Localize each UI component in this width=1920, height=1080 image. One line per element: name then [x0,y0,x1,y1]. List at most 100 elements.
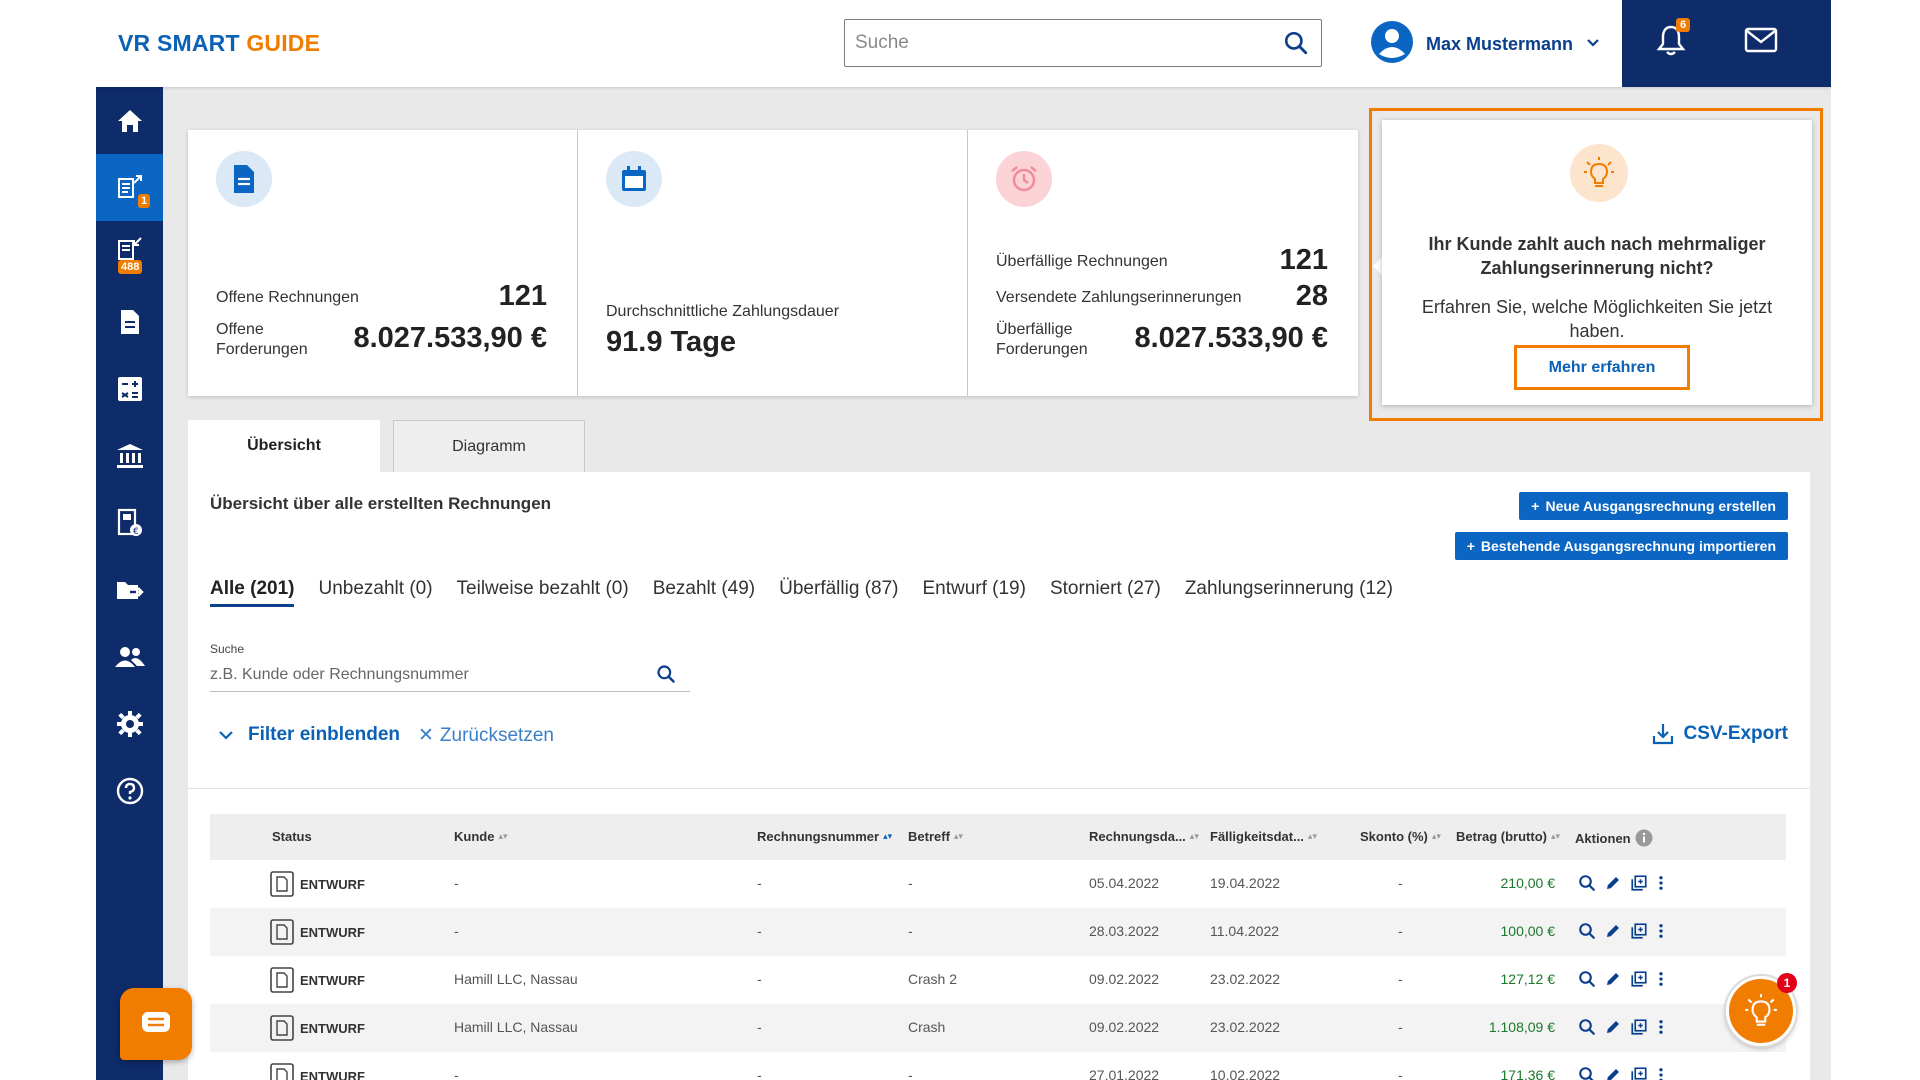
global-search[interactable] [844,19,1322,67]
invoices-panel: Übersicht über alle erstellten Rechnunge… [188,472,1810,1080]
info-icon[interactable] [1635,829,1653,847]
lightbulb-icon [1745,994,1777,1026]
col-subject[interactable]: Betreff ▴▾ [908,829,963,844]
view-icon[interactable] [1578,1018,1596,1036]
table-row[interactable]: ENTWURF - - - 28.03.2022 11.04.2022 - 100,00 € [210,908,1786,956]
chevron-down-icon [219,731,233,740]
edit-icon[interactable] [1604,1066,1622,1080]
filter-cancelled[interactable]: Storniert (27) [1050,578,1161,607]
search-icon[interactable] [1283,30,1309,61]
cell-invoice-number: - [757,923,762,939]
filter-draft[interactable]: Entwurf (19) [922,578,1025,607]
sidebar-item-receipts[interactable]: € [96,489,163,556]
table-row[interactable]: ENTWURF Hamill LLC, Nassau - Crash 09.02.202… [210,1004,1786,1052]
filter-partially-paid[interactable]: Teilweise bezahlt (0) [457,578,629,607]
divider [188,788,1810,789]
messages-button[interactable] [1744,26,1778,59]
invoice-search-input[interactable] [210,664,640,686]
cell-status: ENTWURF [270,1063,365,1080]
global-search-input[interactable] [855,30,1255,56]
card-open-invoices[interactable]: Offene Rechnungen 121 Offene Forderungen… [188,130,578,396]
people-icon [114,646,145,667]
bell-icon [1656,25,1686,60]
sidebar-item-settings[interactable] [96,690,163,757]
view-icon[interactable] [1578,1066,1596,1080]
new-invoice-button[interactable]: + Neue Ausgangsrechnung erstellen [1519,492,1788,520]
tab-chart[interactable]: Diagramm [393,420,585,472]
more-options-icon[interactable] [1656,1018,1666,1036]
card-payment-duration[interactable]: Durchschnittliche Zahlungsdauer 91.9 Tag… [578,130,968,396]
alarm-clock-icon [1011,166,1037,192]
copy-icon[interactable] [1630,970,1648,988]
sidebar-item-incoming-invoices[interactable]: 488 [96,221,163,288]
sidebar-item-outgoing-invoices[interactable]: 1 [96,154,163,221]
sidebar-item-bank[interactable] [96,422,163,489]
import-invoice-button[interactable]: + Bestehende Ausgangsrechnung importieren [1454,532,1788,560]
app-logo[interactable]: VR SMART GUIDE [118,30,320,57]
more-options-icon[interactable] [1656,922,1666,940]
notification-count-badge: 6 [1676,18,1691,32]
table-row[interactable]: ENTWURF - - - 27.01.2022 10.02.2022 - 171,36 € [210,1052,1786,1080]
user-menu[interactable]: Max Mustermann [1370,20,1601,66]
duration-value: 91.9 Tage [606,326,737,358]
reset-filters-button[interactable]: ✕ Zurücksetzen [418,724,554,747]
csv-export-button[interactable]: CSV-Export [1651,722,1788,746]
sidebar-item-documents[interactable] [96,288,163,355]
col-amount[interactable]: Betrag (brutto) ▴▾ [1456,829,1560,844]
sort-icon: ▴▾ [498,831,508,841]
copy-icon[interactable] [1630,874,1648,892]
chat-button[interactable] [120,988,192,1060]
sidebar-item-contacts[interactable] [96,623,163,690]
cell-due-date: 11.04.2022 [1210,923,1280,939]
col-invoice-date[interactable]: Rechnungsda... ▴▾ [1089,829,1199,844]
draft-document-icon [270,1015,294,1041]
edit-icon[interactable] [1604,922,1622,940]
tab-overview[interactable]: Übersicht [188,420,380,472]
col-skonto[interactable]: Skonto (%) ▴▾ [1360,829,1441,844]
table-row[interactable]: ENTWURF Hamill LLC, Nassau - Crash 2 09.02.2… [210,956,1786,1004]
sidebar-item-help[interactable] [96,757,163,824]
search-icon[interactable] [656,664,676,689]
sidebar-item-home[interactable] [96,87,163,154]
edit-icon[interactable] [1604,1018,1622,1036]
more-options-icon[interactable] [1656,1066,1666,1080]
sidebar-item-folder-transfer[interactable] [96,556,163,623]
filter-all[interactable]: Alle (201) [210,578,295,607]
card-overdue[interactable]: Überfällige Rechnungen 121 Versendete Za… [968,130,1358,396]
invoice-search[interactable] [210,660,690,692]
copy-icon[interactable] [1630,1066,1648,1080]
filter-reminder[interactable]: Zahlungserinnerung (12) [1185,578,1393,607]
col-invoice-number[interactable]: Rechnungsnummer ▴▾ [757,829,892,844]
reminders-sent-label: Versendete Zahlungserinnerungen [996,289,1242,306]
col-customer[interactable]: Kunde ▴▾ [454,829,508,844]
view-icon[interactable] [1578,970,1596,988]
copy-icon[interactable] [1630,922,1648,940]
copy-icon[interactable] [1630,1018,1648,1036]
more-options-icon[interactable] [1656,874,1666,892]
learn-more-button[interactable]: Mehr erfahren [1514,345,1690,390]
sort-icon: ▴▾ [1307,831,1317,841]
duration-label: Durchschnittliche Zahlungsdauer [606,303,840,320]
tips-button[interactable]: 1 [1726,973,1797,1046]
edit-icon[interactable] [1604,970,1622,988]
overdue-invoices-value: 121 [1279,244,1328,276]
cell-customer: Hamill LLC, Nassau [454,971,578,987]
table-row[interactable]: ENTWURF - - - 05.04.2022 19.04.2022 - 210,00 € [210,860,1786,908]
filter-overdue[interactable]: Überfällig (87) [779,578,898,607]
view-icon[interactable] [1578,922,1596,940]
col-due-date[interactable]: Fälligkeitsdat... ▴▾ [1210,829,1317,844]
cell-skonto: - [1398,1067,1403,1080]
show-filters-toggle[interactable]: Filter einblenden [218,724,400,746]
edit-icon[interactable] [1604,874,1622,892]
filter-unpaid[interactable]: Unbezahlt (0) [318,578,432,607]
status-filter-tabs: Alle (201) Unbezahlt (0) Teilweise bezah… [210,578,1393,607]
view-icon[interactable] [1578,874,1596,892]
filter-paid[interactable]: Bezahlt (49) [653,578,755,607]
cell-invoice-date: 09.02.2022 [1089,971,1160,987]
topbar-actions-area [1622,0,1831,87]
more-options-icon[interactable] [1656,970,1666,988]
cell-invoice-number: - [757,1019,762,1035]
sidebar-item-calculator[interactable] [96,355,163,422]
gear-icon [116,710,143,737]
notifications-button[interactable]: 6 [1656,18,1691,61]
